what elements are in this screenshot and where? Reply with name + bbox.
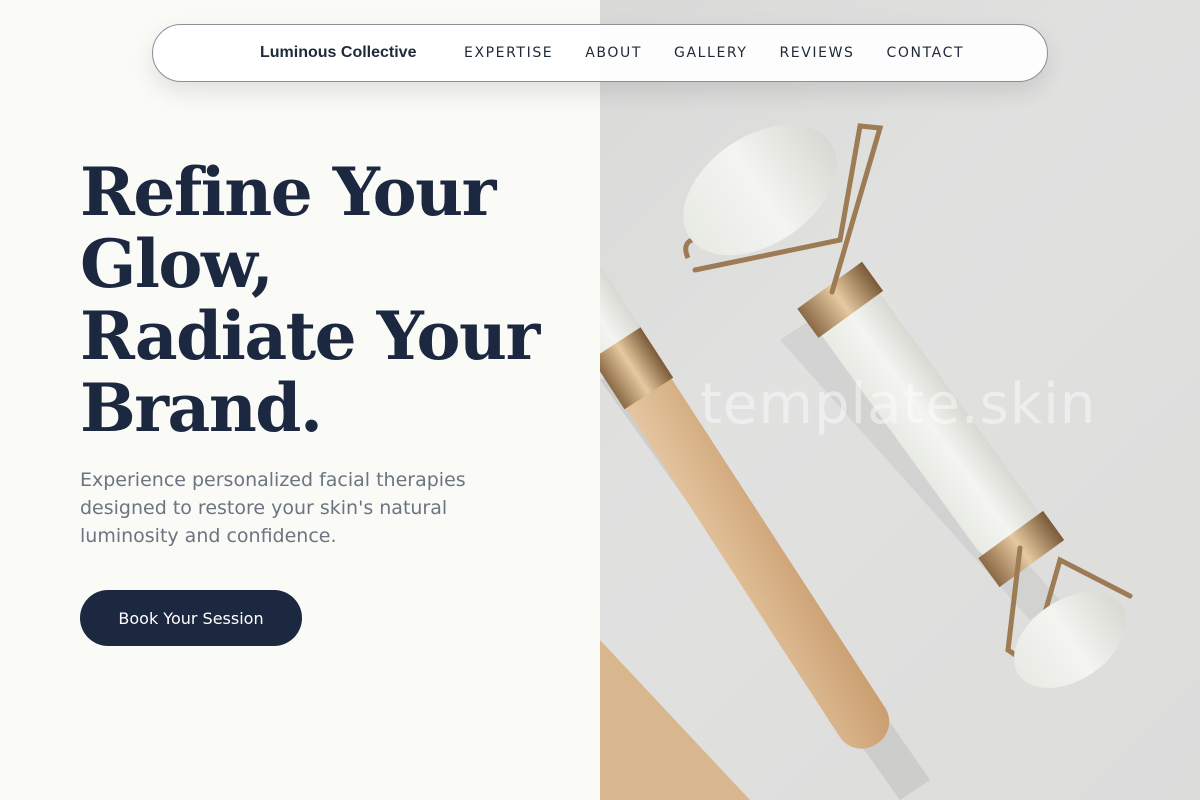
hero-title-line: Brand. — [80, 369, 323, 447]
hero-title-line: Refine Your — [80, 153, 496, 231]
brand-logo-text[interactable]: Luminous Collective — [260, 44, 416, 62]
hero-title-line: Glow, — [80, 225, 274, 303]
hero-title-line: Radiate Your — [80, 297, 540, 375]
nav-link-expertise[interactable]: EXPERTISE — [464, 45, 553, 61]
top-navbar: Luminous Collective EXPERTISE ABOUT GALL… — [152, 24, 1048, 82]
book-session-button[interactable]: Book Your Session — [80, 590, 302, 646]
nav-links: EXPERTISE ABOUT GALLERY REVIEWS CONTACT — [464, 45, 996, 61]
nav-link-gallery[interactable]: GALLERY — [674, 45, 747, 61]
hero-subtitle: Experience personalized facial therapies… — [80, 469, 466, 547]
hero-title: Refine Your Glow, Radiate Your Brand. — [80, 156, 580, 444]
nav-link-about[interactable]: ABOUT — [585, 45, 642, 61]
nav-link-contact[interactable]: CONTACT — [887, 45, 965, 61]
watermark-text: template.skin — [700, 372, 1097, 437]
nav-link-reviews[interactable]: REVIEWS — [779, 45, 854, 61]
